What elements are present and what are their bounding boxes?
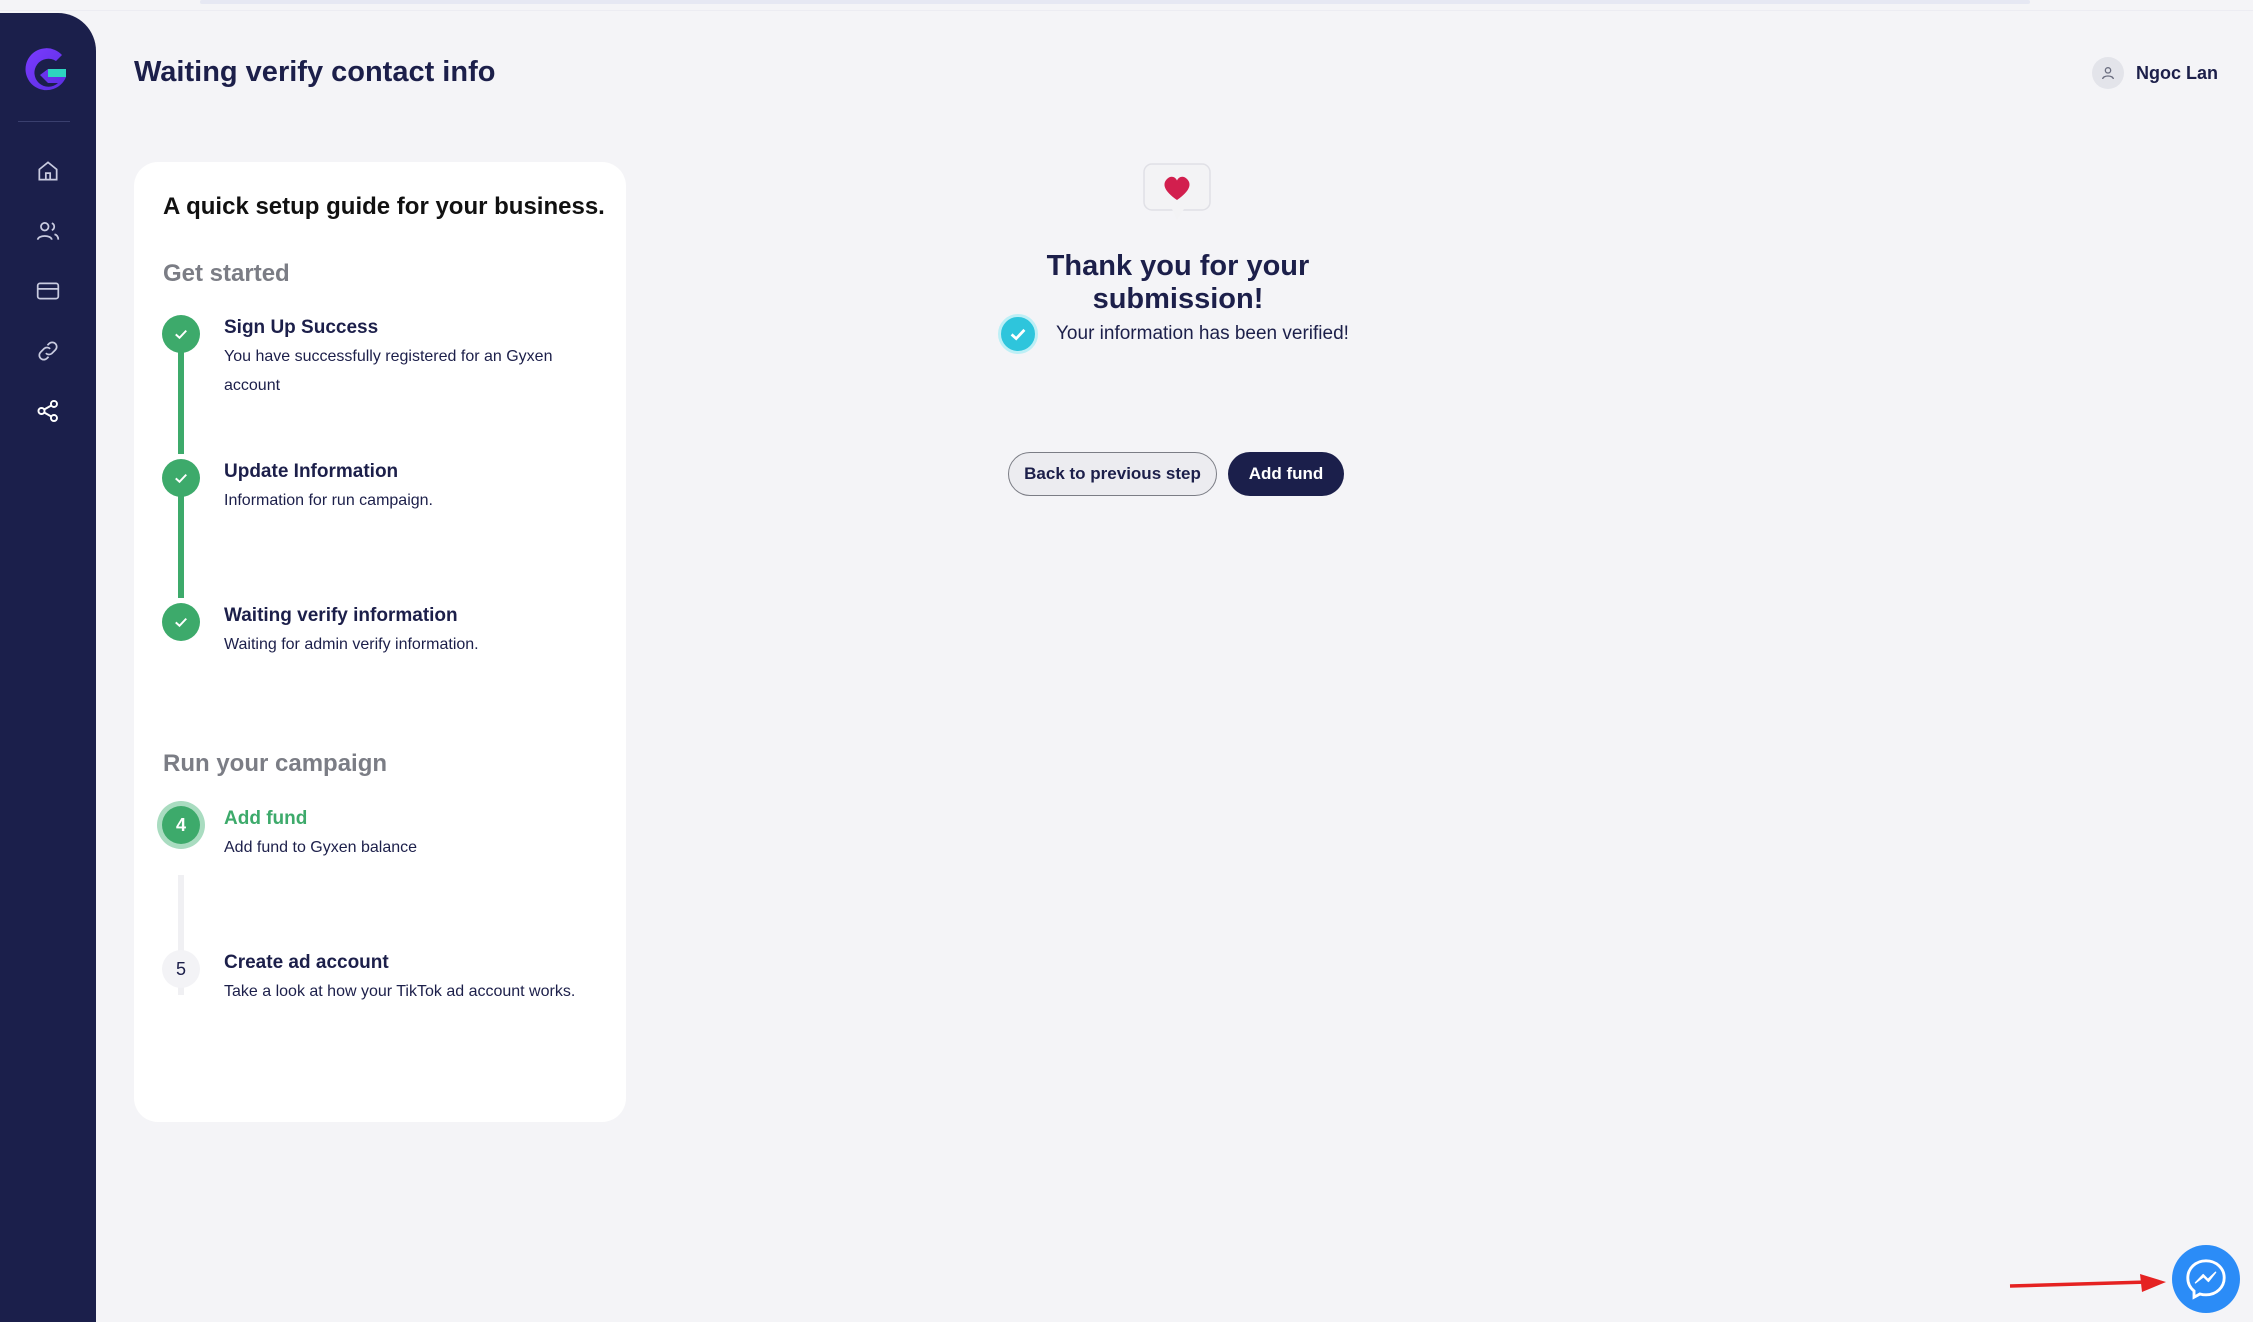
gyxen-logo-icon[interactable]: [22, 47, 72, 97]
avatar[interactable]: [2091, 57, 2124, 89]
step-title[interactable]: Add fund: [224, 808, 307, 830]
page-title: Waiting verify contact info: [134, 56, 496, 88]
red-arrow-icon: [2009, 1274, 2166, 1292]
thank-you-title: Thank you for your submission!: [1046, 250, 1310, 315]
verification-status: Your information has been verified!: [998, 314, 1349, 354]
user-icon: [2101, 67, 2114, 80]
step-description: You have successfully registered for an …: [224, 348, 553, 394]
top-progress-line: [200, 0, 2030, 4]
step-status-done: [162, 459, 200, 497]
link-icon: [38, 341, 58, 361]
step-status-done: [162, 603, 200, 641]
step-status-active: 4: [162, 806, 200, 844]
check-icon: [175, 329, 187, 340]
check-icon: [175, 617, 187, 628]
sidebar-item-share[interactable]: [26, 389, 70, 433]
sidebar-item-users[interactable]: [26, 209, 70, 253]
messenger-icon: [2186, 1259, 2226, 1300]
verified-check-icon: [998, 314, 1038, 354]
sidebar-item-billing[interactable]: [26, 269, 70, 313]
step-status-pending: 5: [162, 950, 200, 988]
heart-bubble-icon: [1140, 162, 1214, 224]
user-name: Ngoc Lan: [2135, 62, 2218, 83]
sidebar-divider: [18, 121, 70, 122]
step-title: Create ad account: [224, 952, 389, 973]
step-description: Information for run campaign.: [224, 492, 433, 509]
step-description: Waiting for admin verify information.: [224, 636, 479, 653]
messenger-chat-button[interactable]: [2172, 1245, 2240, 1313]
section-run-campaign: Run your campaign: [163, 750, 388, 777]
step-title: Sign Up Success: [224, 317, 379, 338]
verified-text: Your information has been verified!: [1056, 323, 1349, 344]
sidebar-item-home[interactable]: [26, 149, 70, 193]
check-icon: [175, 473, 187, 484]
setup-guide-card: A quick setup guide for your business. G…: [134, 162, 626, 1122]
share-icon: [37, 399, 58, 423]
step-description: Add fund to Gyxen balance: [224, 839, 418, 856]
credit-card-icon: [36, 282, 60, 300]
top-divider: [0, 10, 2253, 11]
user-menu[interactable]: Ngoc Lan: [2091, 57, 2218, 89]
section-get-started: Get started: [163, 260, 290, 287]
users-icon: [36, 222, 60, 241]
step-title: Waiting verify information: [224, 605, 458, 626]
back-to-previous-step-button[interactable]: Back to previous step: [1008, 452, 1217, 496]
sidebar: [0, 13, 96, 1322]
sidebar-item-links[interactable]: [26, 329, 70, 373]
home-icon: [38, 161, 58, 181]
guide-title: A quick setup guide for your business.: [163, 193, 605, 220]
add-fund-button[interactable]: Add fund: [1228, 452, 1344, 496]
step-title: Update Information: [224, 461, 399, 482]
step-description: Take a look at how your TikTok ad accoun…: [224, 983, 576, 1000]
step-status-done: [162, 315, 200, 353]
